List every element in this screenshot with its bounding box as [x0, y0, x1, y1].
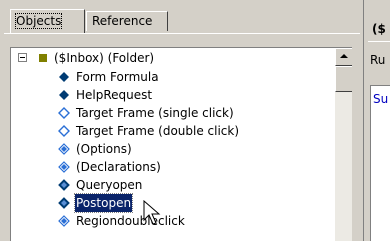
tree-item-label: Regiondoubleclick: [76, 214, 185, 228]
tab-reference[interactable]: Reference: [86, 11, 168, 31]
tab-strip: Objects Reference: [4, 9, 364, 33]
outline-diamond-icon: [58, 107, 70, 119]
title-divider: [368, 41, 390, 42]
tree-item-label: Target Frame (double click): [76, 124, 240, 138]
event-diamond-icon: [58, 143, 70, 155]
arrow-up-icon: [340, 54, 348, 58]
tree-root-label: ($Inbox) (Folder): [54, 51, 155, 65]
tab-reference-label: Reference: [92, 14, 153, 28]
tree-item-label: Postopen: [73, 193, 134, 213]
mouse-pointer-icon: [143, 200, 161, 225]
tree-item-label: (Options): [76, 142, 132, 156]
event-diamond-icon: [58, 215, 70, 227]
object-tree[interactable]: ($Inbox) (Folder) Form Formula HelpReque…: [10, 47, 352, 241]
tree-item-label: (Declarations): [76, 160, 161, 174]
collapse-icon[interactable]: [18, 53, 27, 62]
tab-objects[interactable]: Objects: [10, 9, 85, 33]
programmer-pane: ($ Ru Su: [368, 0, 390, 241]
event-diamond-icon: [58, 197, 70, 209]
outline-diamond-icon: [58, 125, 70, 137]
vertical-scrollbar[interactable]: [335, 48, 352, 241]
design-navigator-pane: Objects Reference ($Inbox) (Folder) Form…: [0, 0, 363, 241]
tree-item-queryopen[interactable]: Queryopen: [57, 176, 143, 194]
run-label: Ru: [370, 53, 386, 67]
tree-item-helprequest[interactable]: HelpRequest: [57, 86, 153, 104]
tab-divider-line: [4, 33, 360, 34]
tab-objects-label: Objects: [14, 13, 63, 29]
tree-item-label: HelpRequest: [76, 88, 153, 102]
script-text: Su: [373, 92, 389, 106]
tree-item-form-formula[interactable]: Form Formula: [57, 68, 160, 86]
object-title: ($: [372, 22, 386, 36]
script-editor[interactable]: Su: [370, 85, 390, 241]
tree-root-row[interactable]: ($Inbox) (Folder): [11, 49, 331, 67]
event-diamond-icon: [58, 179, 70, 191]
tree-item-postopen[interactable]: Postopen: [57, 193, 134, 213]
tree-item-declarations[interactable]: (Declarations): [57, 158, 162, 176]
scroll-up-button[interactable]: [335, 48, 352, 66]
folder-icon: [39, 54, 47, 62]
event-diamond-icon: [58, 161, 70, 173]
tree-item-label: Form Formula: [76, 70, 159, 84]
tree-item-label: Target Frame (single click): [76, 106, 234, 120]
scroll-thumb[interactable]: [335, 66, 352, 92]
filled-diamond-icon: [59, 90, 69, 100]
tree-item-options[interactable]: (Options): [57, 140, 133, 158]
tree-item-label: Queryopen: [76, 178, 143, 192]
tree-item-target-frame-double[interactable]: Target Frame (double click): [57, 122, 240, 140]
tree-item-target-frame-single[interactable]: Target Frame (single click): [57, 104, 235, 122]
tree-item-regiondoubleclick[interactable]: Regiondoubleclick: [57, 212, 186, 230]
filled-diamond-icon: [59, 72, 69, 82]
